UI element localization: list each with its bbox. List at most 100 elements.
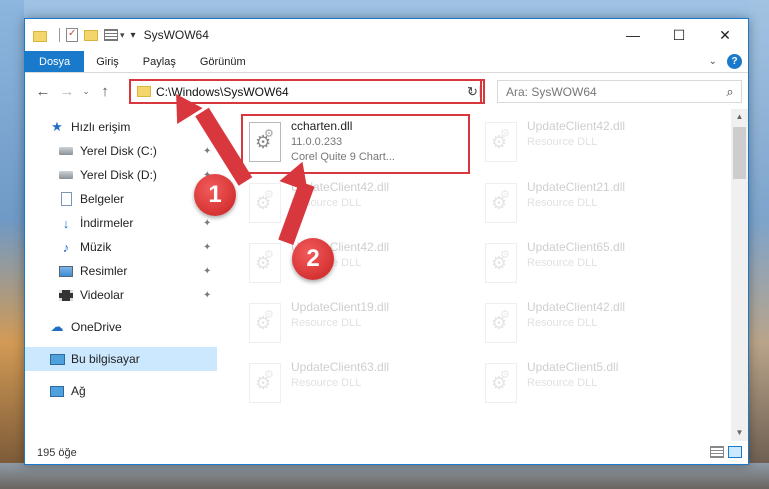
view-caret-icon[interactable]: ▾ bbox=[120, 30, 125, 41]
file-description: Resource DLL bbox=[527, 197, 598, 209]
sidebar-item-label: OneDrive bbox=[71, 320, 122, 334]
file-item[interactable]: UpdateClient21.dll Resource DLL bbox=[479, 177, 704, 232]
desktop-wallpaper-right bbox=[749, 0, 769, 489]
recent-locations-button[interactable]: ⌄ bbox=[79, 86, 93, 97]
star-icon: ★ bbox=[51, 119, 63, 134]
sidebar-item-quick-access[interactable]: ★ Hızlı erişim bbox=[25, 115, 217, 139]
file-description: Resource DLL bbox=[291, 377, 362, 389]
sidebar-item-label: Hızlı erişim bbox=[71, 120, 131, 134]
refresh-button[interactable]: ↻ bbox=[462, 79, 485, 104]
properties-icon[interactable] bbox=[66, 28, 78, 42]
file-item[interactable]: UpdateClient19.dll Resource DLL bbox=[243, 297, 468, 352]
item-count: 195 öğe bbox=[37, 447, 77, 459]
expand-ribbon-icon[interactable]: ⌄ bbox=[709, 56, 717, 67]
cloud-icon: ☁ bbox=[50, 319, 64, 334]
dll-file-icon bbox=[243, 361, 287, 405]
file-description: Resource DLL bbox=[527, 257, 598, 269]
ribbon-right: ⌄ ? bbox=[709, 54, 742, 69]
navigation-pane: ★ Hızlı erişim Yerel Disk (C:) ✦ Yerel D… bbox=[25, 109, 217, 441]
pictures-icon bbox=[58, 264, 74, 278]
sidebar-item-network[interactable]: Ağ bbox=[25, 379, 217, 403]
tiles-view-icon[interactable] bbox=[728, 446, 742, 458]
desktop-wallpaper-bottom bbox=[0, 463, 769, 489]
music-icon: ♪ bbox=[62, 239, 70, 255]
view-switcher bbox=[710, 446, 742, 458]
file-description: Resource DLL bbox=[527, 377, 598, 389]
step-badge-2: 2 bbox=[292, 238, 334, 280]
file-description: Resource DLL bbox=[291, 317, 362, 329]
tab-file[interactable]: Dosya bbox=[25, 51, 85, 72]
file-description: Resource DLL bbox=[527, 317, 598, 329]
file-name: UpdateClient42.dll bbox=[527, 119, 626, 133]
sidebar-item-downloads[interactable]: ↓ İndirmeler ✦ bbox=[25, 211, 217, 235]
explorer-body: ★ Hızlı erişim Yerel Disk (C:) ✦ Yerel D… bbox=[25, 109, 748, 441]
sidebar-item-label: Belgeler bbox=[80, 192, 125, 206]
documents-icon bbox=[58, 192, 74, 206]
step-badge-1: 1 bbox=[194, 174, 236, 216]
forward-button[interactable]: → bbox=[55, 83, 79, 100]
file-name: UpdateClient42.dll bbox=[527, 300, 626, 314]
sidebar-item-label: Bu bilgisayar bbox=[71, 352, 140, 366]
file-item[interactable]: UpdateClient42.dllResource DLL bbox=[243, 237, 468, 292]
pin-icon: ✦ bbox=[203, 289, 212, 301]
vertical-scrollbar[interactable]: ▲ ▼ bbox=[731, 109, 748, 441]
file-item[interactable]: UpdateClient65.dll Resource DLL bbox=[479, 237, 704, 292]
network-icon bbox=[49, 384, 65, 398]
address-path[interactable]: C:\Windows\SysWOW64 bbox=[156, 85, 462, 99]
dll-file-icon bbox=[479, 241, 523, 285]
scroll-up-icon[interactable]: ▲ bbox=[731, 109, 748, 125]
file-name: UpdateClient19.dll bbox=[291, 300, 390, 314]
file-item[interactable]: UpdateClient42.dllResource DLL bbox=[243, 177, 468, 232]
window-controls: — ☐ ✕ bbox=[610, 19, 748, 51]
navigation-bar: ← → ⌄ ↑ C:\Windows\SysWOW64 ⌄ ↻ Ara: Sys… bbox=[25, 73, 748, 109]
file-item[interactable]: UpdateClient5.dll Resource DLL bbox=[479, 357, 704, 412]
scroll-down-icon[interactable]: ▼ bbox=[731, 425, 748, 441]
file-highlight-box bbox=[241, 114, 470, 174]
sidebar-item-videos[interactable]: Videolar ✦ bbox=[25, 283, 217, 307]
new-folder-icon[interactable] bbox=[84, 29, 98, 41]
help-icon[interactable]: ? bbox=[727, 54, 742, 69]
tab-view[interactable]: Görünüm bbox=[188, 51, 258, 72]
search-input[interactable]: Ara: SysWOW64 bbox=[498, 85, 719, 99]
sidebar-item-onedrive[interactable]: ☁ OneDrive bbox=[25, 315, 217, 339]
back-button[interactable]: ← bbox=[31, 83, 55, 100]
sidebar-item-label: Videolar bbox=[80, 288, 124, 302]
sidebar-item-this-pc[interactable]: Bu bilgisayar bbox=[25, 347, 217, 371]
sidebar-item-local-disk-d[interactable]: Yerel Disk (D:) ✦ bbox=[25, 163, 217, 187]
computer-icon bbox=[49, 352, 65, 366]
sidebar-item-label: Yerel Disk (D:) bbox=[80, 168, 157, 182]
sidebar-item-music[interactable]: ♪ Müzik ✦ bbox=[25, 235, 217, 259]
download-icon: ↓ bbox=[62, 215, 70, 231]
maximize-button[interactable]: ☐ bbox=[656, 19, 702, 51]
sidebar-item-label: Yerel Disk (C:) bbox=[80, 144, 157, 158]
view-icon[interactable] bbox=[104, 29, 118, 41]
file-item[interactable]: UpdateClient42.dll Resource DLL bbox=[479, 116, 704, 171]
minimize-button[interactable]: — bbox=[610, 19, 656, 51]
up-button[interactable]: ↑ bbox=[93, 83, 117, 100]
sidebar-item-local-disk-c[interactable]: Yerel Disk (C:) ✦ bbox=[25, 139, 217, 163]
sidebar-item-documents[interactable]: Belgeler ✦ bbox=[25, 187, 217, 211]
close-button[interactable]: ✕ bbox=[702, 19, 748, 51]
details-view-icon[interactable] bbox=[710, 446, 724, 458]
videos-icon bbox=[58, 288, 74, 302]
file-name: UpdateClient63.dll bbox=[291, 360, 390, 374]
sidebar-item-pictures[interactable]: Resimler ✦ bbox=[25, 259, 217, 283]
pin-icon: ✦ bbox=[203, 217, 212, 229]
tab-share[interactable]: Paylaş bbox=[131, 51, 188, 72]
search-box[interactable]: Ara: SysWOW64 ⌕ bbox=[497, 80, 742, 103]
pin-icon: ✦ bbox=[203, 145, 212, 157]
title-bar: ▾ ▾ SysWOW64 — ☐ ✕ bbox=[25, 19, 748, 51]
dll-file-icon bbox=[479, 181, 523, 225]
file-item[interactable]: UpdateClient42.dll Resource DLL bbox=[479, 297, 704, 352]
scrollbar-thumb[interactable] bbox=[733, 127, 746, 179]
customize-toolbar-icon[interactable]: ▾ bbox=[131, 30, 136, 41]
sidebar-item-label: Ağ bbox=[71, 384, 86, 398]
file-item[interactable]: UpdateClient63.dll Resource DLL bbox=[243, 357, 468, 412]
file-description: Resource DLL bbox=[527, 136, 598, 148]
pin-icon: ✦ bbox=[203, 241, 212, 253]
tab-home[interactable]: Giriş bbox=[84, 51, 131, 72]
search-icon[interactable]: ⌕ bbox=[719, 84, 741, 100]
